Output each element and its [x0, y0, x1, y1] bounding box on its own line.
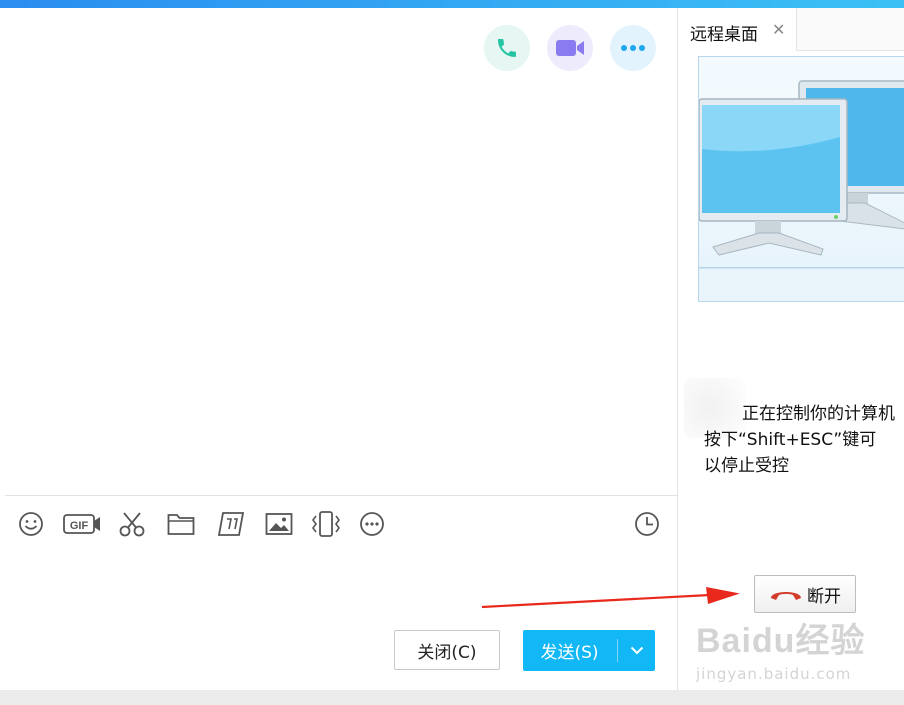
toolbar-more-button[interactable]: [357, 509, 387, 539]
status-line-2: 按下“Shift+ESC”键可: [704, 430, 877, 450]
image-icon: [265, 513, 293, 535]
close-button[interactable]: 关闭(C): [394, 630, 500, 670]
image-button[interactable]: [264, 509, 294, 539]
graffiti-icon: [217, 512, 245, 536]
gif-button[interactable]: GIF: [63, 509, 101, 539]
side-tab-bar: 远程桌面 ✕: [678, 8, 904, 51]
shake-icon: [312, 511, 340, 537]
graffiti-button[interactable]: [216, 509, 246, 539]
send-button-label: 发送(S): [540, 643, 599, 663]
emoji-icon: [19, 512, 43, 536]
video-call-button[interactable]: [547, 25, 593, 71]
status-line-3: 以停止受控: [704, 456, 789, 476]
more-options-button[interactable]: [610, 25, 656, 71]
chevron-down-icon: [630, 646, 643, 655]
tab-remote-desktop-label: 远程桌面: [690, 25, 758, 45]
more-dots-icon: [621, 45, 645, 51]
gif-label: GIF: [70, 520, 89, 532]
close-icon[interactable]: ✕: [772, 22, 785, 38]
window-top-accent-bar: [0, 0, 904, 8]
gif-icon: GIF: [63, 514, 100, 534]
emoji-button[interactable]: [16, 509, 46, 539]
disconnect-button-label: 断开: [807, 586, 841, 607]
tab-remote-desktop[interactable]: 远程桌面 ✕: [678, 8, 797, 51]
screenshot-button[interactable]: [117, 509, 147, 539]
window-bottom-strip: [0, 690, 904, 705]
phone-call-button[interactable]: [484, 25, 530, 71]
message-history-button[interactable]: [632, 509, 662, 539]
send-button[interactable]: 发送(S): [523, 630, 655, 671]
send-file-button[interactable]: [166, 509, 196, 539]
close-button-label: 关闭(C): [417, 642, 477, 663]
remote-control-status: 正在控制你的计算机 按下“Shift+ESC”键可 以停止受控: [704, 401, 904, 479]
scissors-icon: [119, 512, 145, 537]
watermark-main: Baidu经验: [696, 622, 866, 660]
send-options-dropdown[interactable]: [618, 630, 655, 671]
phone-icon: [498, 39, 516, 57]
remote-desktop-illustration: [698, 56, 904, 302]
send-button-main[interactable]: 发送(S): [523, 630, 616, 671]
watermark: Baidu经验 jingyan.baidu.com: [696, 605, 896, 685]
status-line-1: 正在控制你的计算机: [742, 404, 895, 424]
clock-icon: [635, 512, 659, 536]
video-camera-icon: [556, 40, 584, 56]
folder-icon: [167, 514, 195, 535]
window-shake-button[interactable]: [310, 509, 342, 539]
more-icon: [360, 512, 384, 536]
watermark-sub: jingyan.baidu.com: [696, 665, 852, 683]
toolbar-divider: [5, 495, 677, 496]
hangup-phone-icon: [771, 592, 801, 600]
